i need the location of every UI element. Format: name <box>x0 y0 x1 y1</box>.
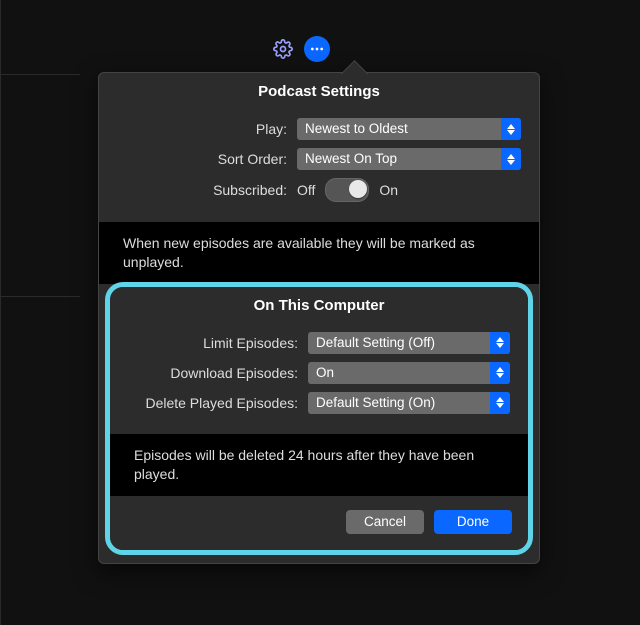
sort-order-select[interactable]: Newest On Top <box>297 148 521 170</box>
play-select-value: Newest to Oldest <box>305 121 408 136</box>
done-button[interactable]: Done <box>434 510 512 534</box>
download-episodes-label: Download Episodes: <box>128 365 308 381</box>
subscribed-off-text: Off <box>297 182 315 198</box>
app-background: Podcast Settings Play: Newest to Oldest … <box>0 0 640 625</box>
podcast-settings-popover: Podcast Settings Play: Newest to Oldest … <box>98 72 540 564</box>
download-episodes-select[interactable]: On <box>308 362 510 384</box>
subscribed-on-text: On <box>379 182 398 198</box>
download-episodes-select-value: On <box>316 365 334 380</box>
stepper-arrows-icon <box>490 392 510 414</box>
limit-episodes-select[interactable]: Default Setting (Off) <box>308 332 510 354</box>
toggle-knob <box>349 180 367 198</box>
play-label: Play: <box>117 121 297 137</box>
stepper-arrows-icon <box>490 332 510 354</box>
delete-played-episodes-select[interactable]: Default Setting (On) <box>308 392 510 414</box>
cancel-button[interactable]: Cancel <box>346 510 424 534</box>
divider-horizontal <box>0 296 80 297</box>
delete-note: Episodes will be deleted 24 hours after … <box>110 434 528 496</box>
stepper-arrows-icon <box>501 148 521 170</box>
subscribed-label: Subscribed: <box>117 182 297 198</box>
subscribed-toggle[interactable] <box>325 178 369 202</box>
settings-gear-icon[interactable] <box>270 36 296 62</box>
sort-order-label: Sort Order: <box>117 151 297 167</box>
popover-title: Podcast Settings <box>99 73 539 106</box>
more-options-icon[interactable] <box>304 36 330 62</box>
play-select[interactable]: Newest to Oldest <box>297 118 521 140</box>
on-this-computer-title: On This Computer <box>110 287 528 320</box>
stepper-arrows-icon <box>490 362 510 384</box>
divider-horizontal <box>0 74 80 75</box>
on-this-computer-highlight: On This Computer Limit Episodes: Default… <box>105 282 533 555</box>
delete-played-episodes-select-value: Default Setting (On) <box>316 395 435 410</box>
delete-played-episodes-label: Delete Played Episodes: <box>128 395 308 411</box>
unplayed-note: When new episodes are available they wil… <box>99 222 539 284</box>
stepper-arrows-icon <box>501 118 521 140</box>
sort-order-select-value: Newest On Top <box>305 151 397 166</box>
limit-episodes-select-value: Default Setting (Off) <box>316 335 435 350</box>
divider-vertical <box>0 0 1 625</box>
limit-episodes-label: Limit Episodes: <box>128 335 308 351</box>
